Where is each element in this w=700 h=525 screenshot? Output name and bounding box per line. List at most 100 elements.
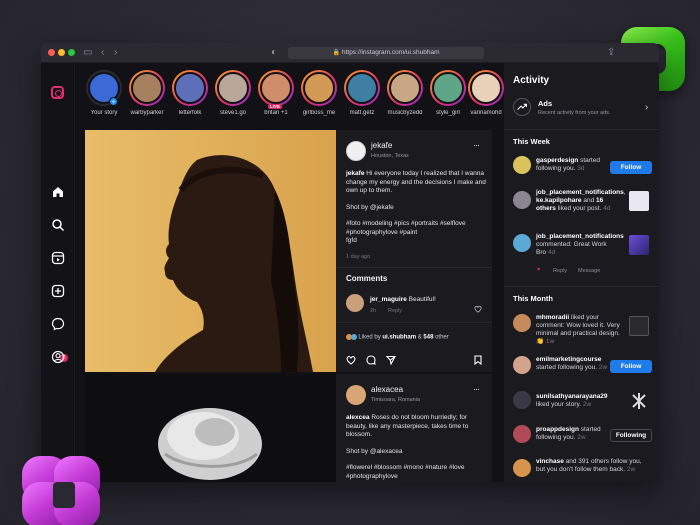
- left-navigation: 2: [41, 63, 75, 482]
- post-username[interactable]: jekafe: [371, 141, 392, 150]
- avatar: [389, 72, 421, 104]
- avatar[interactable]: [346, 294, 364, 312]
- story-item[interactable]: + Your story: [81, 70, 127, 116]
- share-icon[interactable]: [385, 352, 396, 366]
- post-image[interactable]: [85, 130, 336, 372]
- activity-item: emilmarketingcourse started following yo…: [536, 356, 608, 371]
- story-item[interactable]: musicbyzedd: [382, 70, 428, 116]
- heart-icon[interactable]: [474, 300, 482, 313]
- story-item[interactable]: varinamohd: [468, 70, 504, 116]
- comment-reply-link[interactable]: Reply: [388, 308, 402, 314]
- search-icon[interactable]: [51, 218, 65, 232]
- activity-item: gasperdesign started following you. 3d: [536, 157, 600, 172]
- purple-3d-shape-icon: [22, 456, 104, 525]
- instagram-logo-icon[interactable]: [51, 86, 64, 99]
- abstract-shape-icon: [632, 393, 646, 409]
- post-timestamp: 1 day ago: [346, 254, 371, 260]
- follow-button[interactable]: Follow: [610, 161, 652, 174]
- activity-item: vinchase and 391 others follow you, but …: [536, 458, 642, 473]
- story-item[interactable]: matt.getz: [339, 70, 385, 116]
- story-item[interactable]: style_girl: [425, 70, 471, 116]
- portrait-silhouette-icon: [155, 155, 313, 372]
- post-caption: jekafe Hi everyone today I realized that…: [346, 170, 486, 194]
- comments-heading: Comments: [346, 274, 388, 283]
- more-options-icon[interactable]: ···: [473, 140, 480, 150]
- ads-title[interactable]: Ads: [538, 99, 552, 108]
- lock-icon: 🔒: [332, 50, 340, 56]
- follow-button[interactable]: Follow: [610, 360, 652, 373]
- minimize-window-button[interactable]: [58, 49, 65, 56]
- activity-panel: Activity Ads Recent activity from your a…: [504, 63, 659, 482]
- avatar[interactable]: [513, 234, 531, 252]
- avatar[interactable]: [346, 385, 366, 405]
- url-text: https://instagram.com/ui.shubham: [341, 49, 440, 56]
- comment-text: jer_maguire Beautiful!: [370, 296, 436, 303]
- post-thumbnail[interactable]: [629, 235, 649, 255]
- post-thumbnail[interactable]: [629, 316, 649, 336]
- post-hashtags[interactable]: #flowerel #blossom #mono #nature #love #…: [346, 464, 486, 481]
- chevron-right-icon[interactable]: ›: [645, 102, 648, 113]
- activity-item: sunilsathyanarayana29 liked your story. …: [536, 393, 608, 408]
- comment-icon[interactable]: [366, 352, 376, 365]
- story-item[interactable]: LIVE britan +1: [253, 70, 299, 116]
- post-credit: Shot by @jekafe: [346, 204, 394, 211]
- post-image[interactable]: [85, 374, 336, 482]
- ads-trend-icon: [513, 98, 531, 116]
- messenger-icon[interactable]: [51, 317, 65, 331]
- avatar: [350, 334, 357, 340]
- bookmark-icon[interactable]: [473, 352, 483, 366]
- address-bar[interactable]: 🔒 https://instagram.com/ui.shubham: [288, 47, 484, 59]
- rose-icon: [158, 408, 262, 480]
- post-credit: Shot by @alexacea: [346, 448, 403, 455]
- forward-icon[interactable]: ›: [114, 46, 117, 60]
- avatar: [432, 72, 464, 104]
- post-thumbnail[interactable]: [629, 391, 649, 411]
- create-post-icon[interactable]: [51, 284, 65, 298]
- close-window-button[interactable]: [48, 49, 55, 56]
- reels-icon[interactable]: [51, 251, 65, 265]
- story-item[interactable]: steve1.go: [210, 70, 256, 116]
- privacy-shield-icon[interactable]: ◐: [271, 46, 277, 60]
- live-badge: LIVE: [268, 104, 283, 109]
- more-options-icon[interactable]: ···: [473, 384, 480, 394]
- avatar[interactable]: [513, 391, 531, 409]
- share-icon[interactable]: ⇪: [607, 46, 615, 60]
- sidebar-toggle-icon[interactable]: ▭: [83, 46, 92, 60]
- reply-link[interactable]: Reply: [553, 268, 567, 274]
- avatar[interactable]: [513, 356, 531, 374]
- add-story-icon[interactable]: +: [109, 97, 118, 106]
- post-thumbnail[interactable]: [629, 191, 649, 211]
- browser-titlebar: ▭ ‹ › ◐ 🔒 https://instagram.com/ui.shubha…: [41, 43, 659, 63]
- story-item[interactable]: warbyparker: [124, 70, 170, 116]
- avatar: [346, 72, 378, 104]
- avatar[interactable]: [513, 314, 531, 332]
- avatar[interactable]: [513, 459, 531, 477]
- avatar[interactable]: [513, 191, 531, 209]
- activity-item: job_placement_notifications commented: G…: [536, 233, 624, 256]
- avatar[interactable]: [346, 141, 366, 161]
- avatar: [174, 72, 206, 104]
- post-details-panel: jekafe Houston, Texas ··· jekafe Hi ever…: [336, 130, 492, 372]
- avatar[interactable]: [513, 156, 531, 174]
- avatar: [470, 72, 502, 104]
- story-item[interactable]: girlboss_me: [296, 70, 342, 116]
- like-comment-icon[interactable]: ♥: [537, 267, 540, 273]
- zoom-window-button[interactable]: [68, 49, 75, 56]
- home-icon[interactable]: [51, 185, 65, 199]
- post-location[interactable]: Timisoara, Romania: [371, 397, 420, 403]
- avatar: [260, 72, 292, 104]
- avatar[interactable]: [513, 425, 531, 443]
- post-hashtags[interactable]: #foto #modeling #pics #portraits #selflo…: [346, 220, 486, 237]
- message-link[interactable]: Message: [578, 268, 600, 274]
- profile-icon[interactable]: [51, 350, 65, 364]
- likes-summary[interactable]: Liked by ui.shubham & 548 other: [346, 334, 449, 341]
- back-icon[interactable]: ‹: [101, 46, 104, 60]
- activity-title: Activity: [513, 75, 550, 86]
- story-item[interactable]: letterfolk: [167, 70, 213, 116]
- comment-age: 2h: [370, 308, 377, 314]
- post-location[interactable]: Houston, Texas: [371, 153, 409, 159]
- avatar: [131, 72, 163, 104]
- like-icon[interactable]: [346, 352, 356, 365]
- post-username[interactable]: alexacea: [371, 385, 403, 394]
- following-button[interactable]: Following: [610, 429, 652, 442]
